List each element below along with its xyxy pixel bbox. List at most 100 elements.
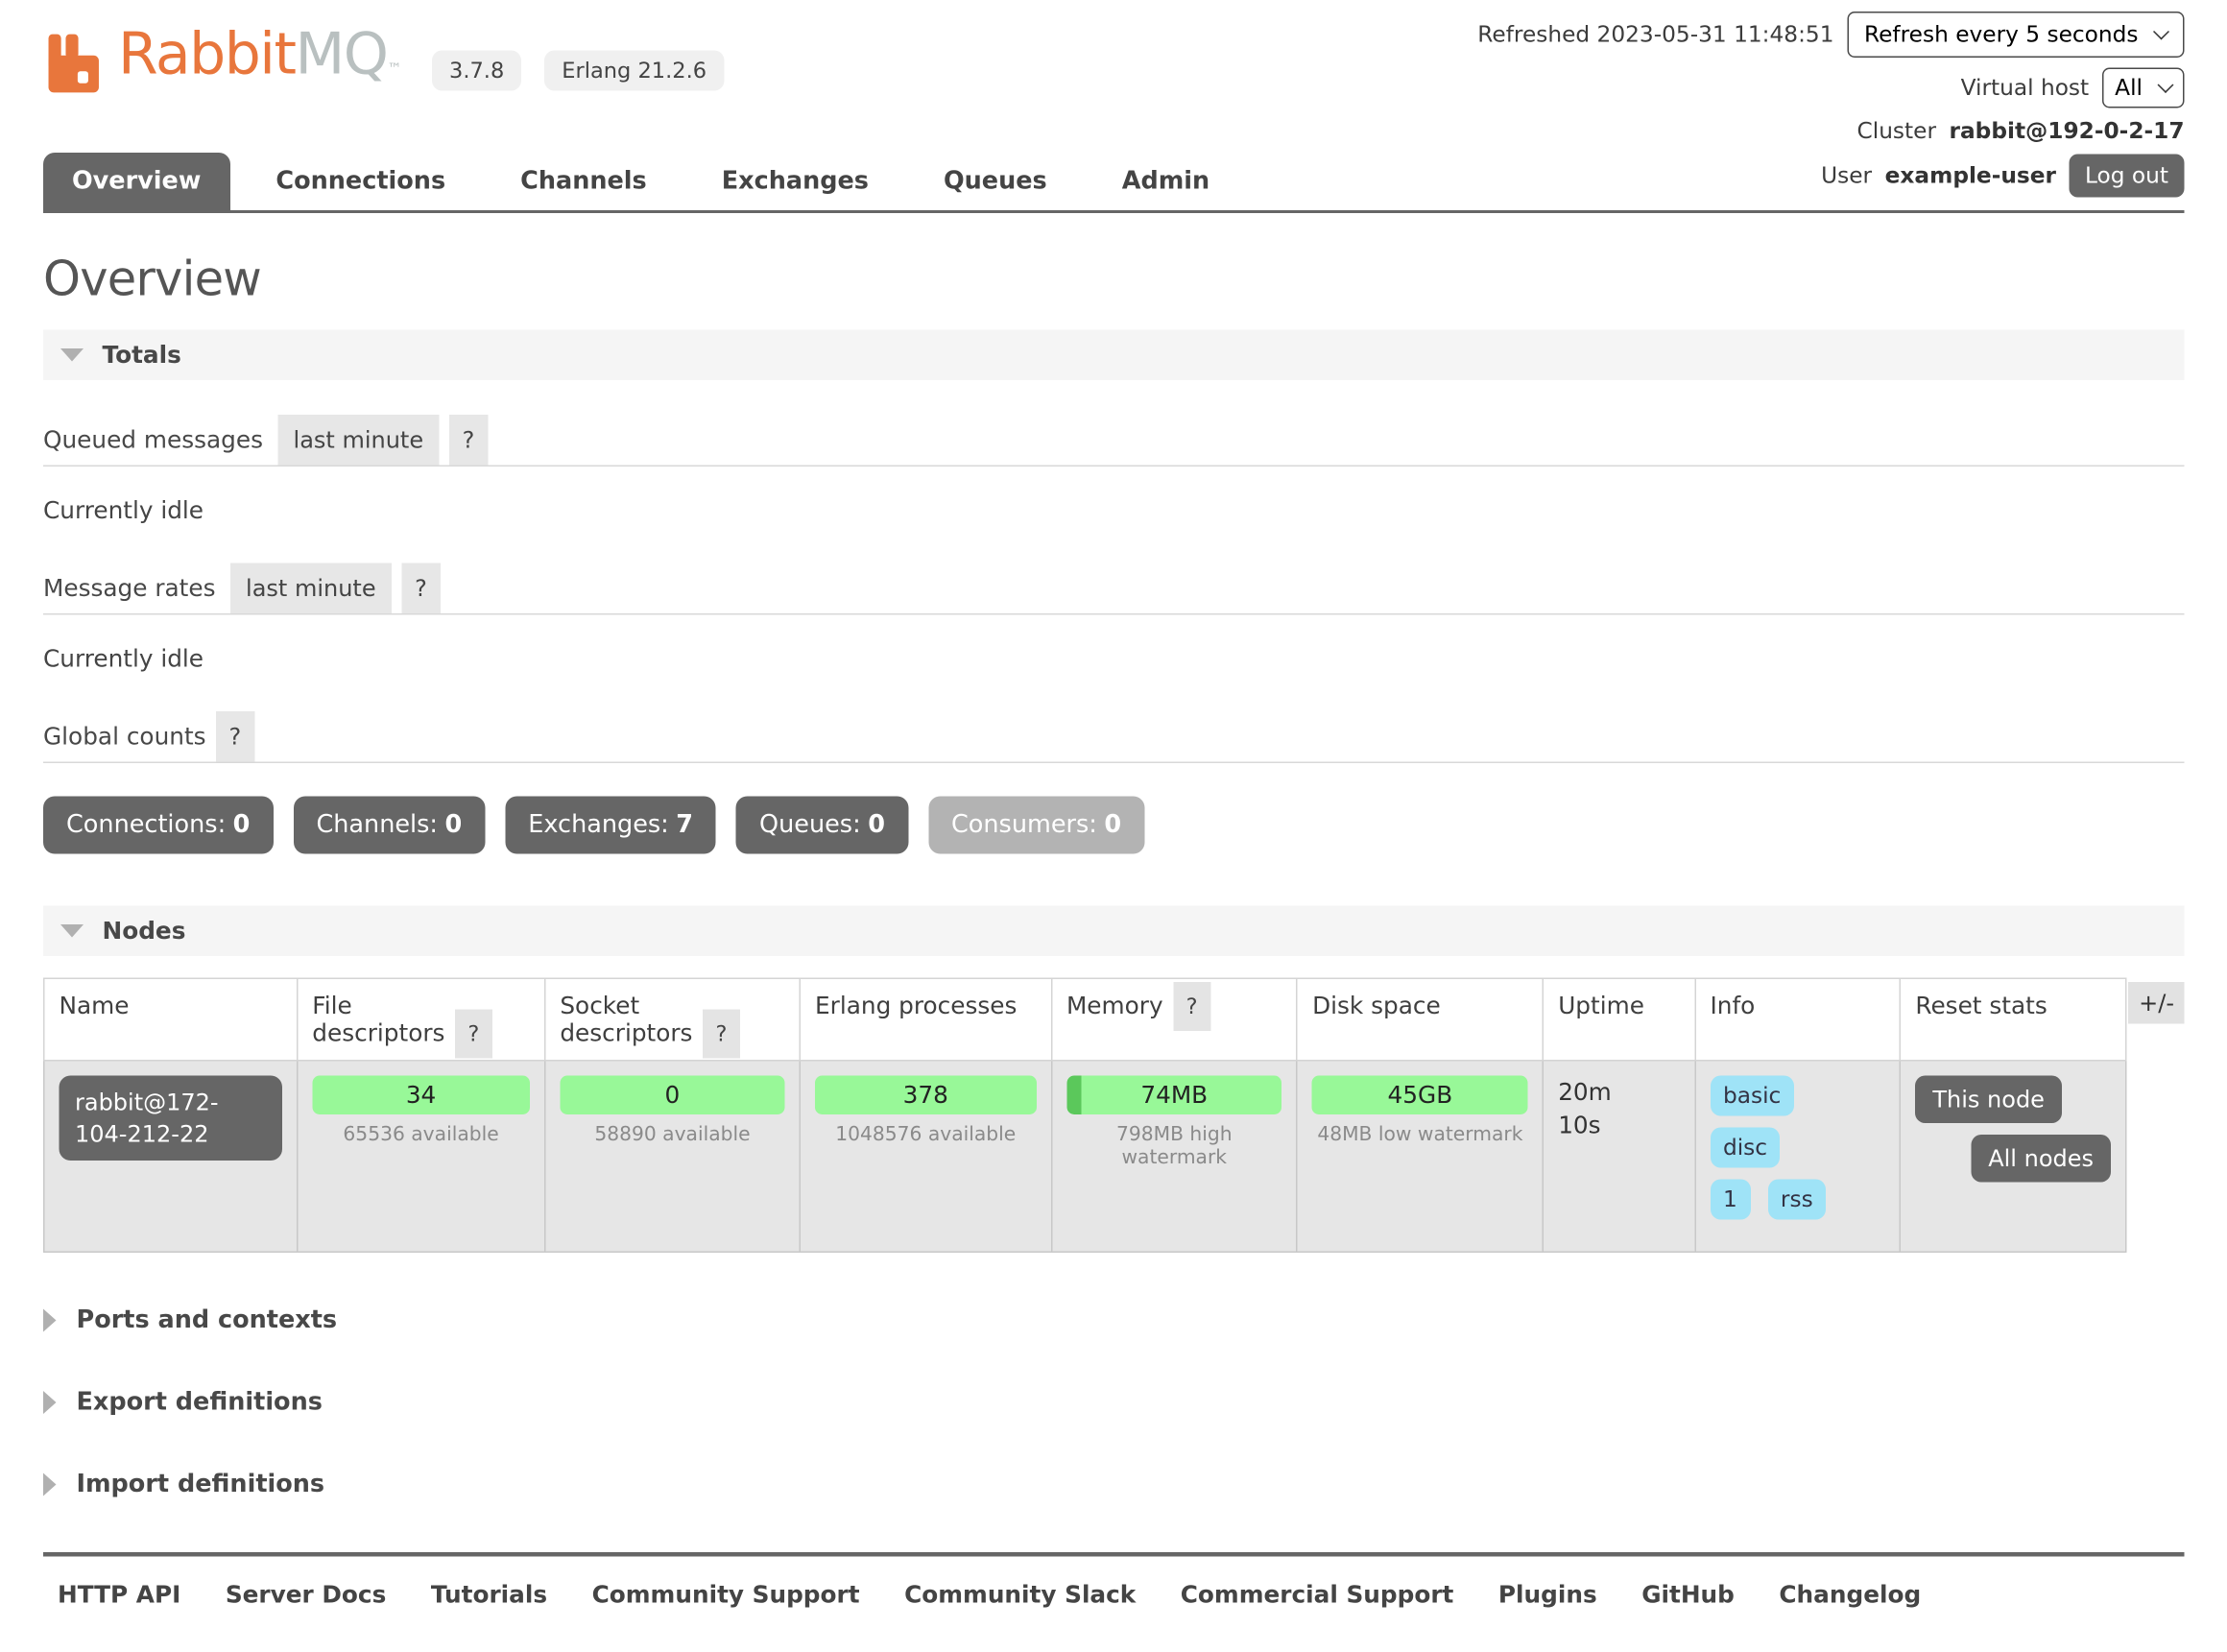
socket-descriptors-bar: 0 — [560, 1076, 784, 1115]
nodes-section-title: Nodes — [103, 918, 186, 946]
expand-triangle-icon — [43, 1473, 57, 1496]
top-bar: RabbitMQ™ 3.7.8 Erlang 21.2.6 Refreshed … — [43, 0, 2185, 213]
virtual-host-select[interactable]: All — [2102, 68, 2185, 108]
totals-section-header[interactable]: Totals — [43, 330, 2185, 381]
col-erlang-processes: Erlang processes — [800, 978, 1051, 1061]
erlang-version-badge: Erlang 21.2.6 — [544, 51, 724, 91]
refresh-interval-select[interactable]: Refresh every 5 seconds — [1847, 12, 2184, 58]
disk-space-detail: 48MB low watermark — [1312, 1123, 1528, 1146]
tab-exchanges[interactable]: Exchanges — [693, 153, 898, 210]
reset-stats-cell: This node All nodes — [1901, 1061, 2126, 1253]
footer-link-community-support[interactable]: Community Support — [592, 1581, 860, 1609]
export-definitions-section[interactable]: Export definitions — [43, 1388, 2185, 1417]
queues-count-value: 0 — [868, 811, 885, 840]
exchanges-count-badge[interactable]: Exchanges:7 — [505, 797, 716, 854]
info-badge-1[interactable]: 1 — [1710, 1180, 1750, 1220]
export-definitions-label: Export definitions — [77, 1388, 323, 1417]
node-name-badge[interactable]: rabbit@172-104-212-22 — [60, 1076, 282, 1161]
ports-and-contexts-section[interactable]: Ports and contexts — [43, 1306, 2185, 1335]
version-badges: 3.7.8 Erlang 21.2.6 — [432, 51, 724, 91]
node-row: rabbit@172-104-212-22 34 65536 available… — [44, 1061, 2126, 1253]
rabbitmq-wordmark: RabbitMQ™ — [118, 23, 400, 103]
footer-link-changelog[interactable]: Changelog — [1779, 1581, 1921, 1609]
tab-connections[interactable]: Connections — [247, 153, 474, 210]
queued-messages-range-tab[interactable]: last minute — [277, 415, 440, 466]
socket-descriptors-detail: 58890 available — [560, 1123, 784, 1146]
col-reset-stats: Reset stats — [1901, 978, 2126, 1061]
tab-admin[interactable]: Admin — [1093, 153, 1238, 210]
message-rates-range-tab[interactable]: last minute — [230, 563, 393, 614]
tab-overview[interactable]: Overview — [43, 153, 229, 210]
connections-count-badge[interactable]: Connections:0 — [43, 797, 273, 854]
collapse-triangle-icon — [60, 924, 84, 938]
file-descriptors-help-icon[interactable]: ? — [455, 1010, 492, 1059]
global-counts-label: Global counts — [43, 723, 206, 762]
queues-count-badge[interactable]: Queues:0 — [736, 797, 908, 854]
nodes-table-header-row: Name File descriptors? Socket descriptor… — [44, 978, 2126, 1061]
queued-messages-help-icon[interactable]: ? — [449, 415, 488, 466]
tab-channels[interactable]: Channels — [491, 153, 676, 210]
nodes-section-header[interactable]: Nodes — [43, 906, 2185, 957]
footer-link-plugins[interactable]: Plugins — [1498, 1581, 1597, 1609]
exchanges-count-value: 7 — [676, 811, 693, 840]
global-counts-header: Global counts ? — [43, 711, 2185, 763]
import-definitions-section[interactable]: Import definitions — [43, 1471, 2185, 1499]
expand-triangle-icon — [43, 1309, 57, 1332]
tab-queues[interactable]: Queues — [915, 153, 1076, 210]
nodes-table: Name File descriptors? Socket descriptor… — [43, 978, 2127, 1254]
queued-messages-status: Currently idle — [43, 497, 2185, 525]
footer-link-http-api[interactable]: HTTP API — [58, 1581, 180, 1609]
footer-link-tutorials[interactable]: Tutorials — [431, 1581, 547, 1609]
erlang-processes-detail: 1048576 available — [815, 1123, 1036, 1146]
memory-detail: 798MB high watermark — [1066, 1123, 1282, 1169]
info-badge-basic[interactable]: basic — [1710, 1076, 1793, 1116]
queued-messages-label: Queued messages — [43, 426, 263, 466]
chevron-down-icon — [2153, 24, 2169, 40]
totals-section-title: Totals — [103, 342, 181, 370]
columns-toggle-button[interactable]: +/- — [2129, 982, 2185, 1024]
file-descriptors-cell: 34 65536 available — [298, 1061, 545, 1253]
wordmark-rabbit: Rabbit — [118, 22, 296, 88]
footer-link-community-slack[interactable]: Community Slack — [904, 1581, 1136, 1609]
wordmark-mq: MQ — [296, 22, 388, 88]
virtual-host-label: Virtual host — [1961, 75, 2090, 101]
col-disk-space: Disk space — [1297, 978, 1543, 1061]
reset-all-nodes-button[interactable]: All nodes — [1971, 1135, 2111, 1183]
memory-used-fill — [1066, 1076, 1082, 1115]
info-badge-disc[interactable]: disc — [1710, 1128, 1780, 1168]
consumers-count-label: Consumers: — [951, 811, 1097, 840]
global-counts-help-icon[interactable]: ? — [216, 711, 254, 762]
socket-descriptors-help-icon[interactable]: ? — [703, 1010, 740, 1059]
disk-space-bar: 45GB — [1312, 1076, 1528, 1115]
expand-triangle-icon — [43, 1391, 57, 1414]
info-badge-rss[interactable]: rss — [1767, 1180, 1826, 1220]
rabbitmq-version-badge: 3.7.8 — [432, 51, 521, 91]
erlang-processes-cell: 378 1048576 available — [800, 1061, 1051, 1253]
main-nav-tabs: Overview Connections Channels Exchanges … — [43, 153, 2185, 213]
reset-this-node-button[interactable]: This node — [1915, 1076, 2062, 1124]
footer-link-github[interactable]: GitHub — [1641, 1581, 1735, 1609]
memory-help-icon[interactable]: ? — [1173, 982, 1210, 1031]
file-descriptors-bar: 34 — [312, 1076, 530, 1115]
channels-count-badge[interactable]: Channels:0 — [293, 797, 485, 854]
col-file-descriptors: File descriptors? — [298, 978, 545, 1061]
socket-descriptors-cell: 0 58890 available — [545, 1061, 801, 1253]
consumers-count-value: 0 — [1104, 811, 1121, 840]
ports-and-contexts-label: Ports and contexts — [77, 1306, 338, 1335]
col-name: Name — [44, 978, 298, 1061]
channels-count-label: Channels: — [316, 811, 438, 840]
rabbitmq-logo[interactable]: RabbitMQ™ 3.7.8 Erlang 21.2.6 — [43, 23, 724, 103]
connections-count-label: Connections: — [66, 811, 226, 840]
page-title: Overview — [43, 251, 2185, 307]
refresh-interval-value: Refresh every 5 seconds — [1864, 22, 2138, 48]
message-rates-help-icon[interactable]: ? — [402, 563, 441, 614]
rabbit-icon — [43, 31, 109, 97]
channels-count-value: 0 — [445, 811, 463, 840]
footer-link-commercial-support[interactable]: Commercial Support — [1181, 1581, 1454, 1609]
col-memory: Memory? — [1051, 978, 1297, 1061]
info-cell: basic disc 1 rss — [1695, 1061, 1901, 1253]
footer-link-server-docs[interactable]: Server Docs — [226, 1581, 387, 1609]
file-descriptors-detail: 65536 available — [312, 1123, 530, 1146]
erlang-processes-bar: 378 — [815, 1076, 1036, 1115]
uptime-minutes: 20m — [1558, 1076, 1680, 1110]
